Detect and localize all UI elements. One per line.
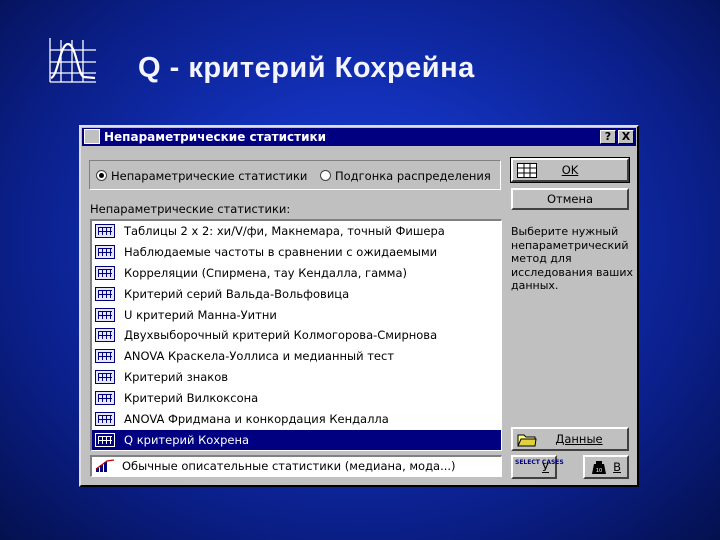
dialog-title: Непараметрические статистики: [104, 130, 327, 144]
radio-distribution-fit-label: Подгонка распределения: [335, 169, 491, 183]
kruskal-icon: [95, 349, 115, 364]
cochran-icon: [95, 432, 115, 447]
list-item-label: Критерий Вилкоксона: [124, 391, 259, 406]
table-grid-icon: [95, 224, 115, 238]
radio-checked-icon: [96, 170, 107, 181]
descriptive-stats-item[interactable]: Обычные описательные статистики (медиана…: [90, 455, 502, 477]
list-item[interactable]: Двухвыборочный критерий Колмогорова-Смир…: [92, 325, 501, 346]
cancel-label: Отмена: [546, 192, 594, 206]
weight-label: В: [613, 460, 621, 474]
weight-icon: 10: [592, 461, 606, 474]
select-cases-button[interactable]: SELECT CASES У: [511, 455, 564, 479]
list-item[interactable]: Корреляции (Спирмена, тау Кендалла, гамм…: [92, 263, 501, 284]
list-item-label: ANOVA Краскела-Уоллиса и медианный тест: [124, 349, 395, 364]
list-item-label: Таблицы 2 x 2: хи/V/фи, Макнемара, точны…: [124, 224, 445, 238]
list-item[interactable]: U критерий Манна-Уитни: [92, 305, 501, 326]
list-item-label: Наблюдаемые частоты в сравнении с ожидае…: [124, 244, 438, 259]
list-item-label: ANOVA Фридмана и конкордация Кендалла: [124, 412, 389, 427]
ks-test-icon: [95, 328, 115, 343]
list-item-label: Критерий знаков: [124, 370, 229, 385]
dialog-titlebar[interactable]: Непараметрические статистики ? X: [82, 128, 636, 146]
list-item[interactable]: Таблицы 2 x 2: хи/V/фи, Макнемара, точны…: [92, 221, 501, 242]
close-button[interactable]: X: [618, 130, 634, 144]
svg-text:10: 10: [596, 468, 602, 474]
friedman-icon: [95, 412, 115, 427]
radio-nonparametric[interactable]: Непараметрические статистики: [96, 169, 307, 183]
data-button[interactable]: Данные: [511, 427, 629, 451]
spreadsheet-icon: [517, 163, 537, 178]
hint-text: Выберите нужный непараметрический метод …: [511, 225, 634, 292]
frequency-icon: [95, 244, 115, 259]
statistics-listbox[interactable]: Таблицы 2 x 2: хи/V/фи, Макнемара, точны…: [90, 219, 502, 451]
list-item[interactable]: Критерий знаков: [92, 367, 501, 388]
app-icon: [84, 129, 100, 144]
folder-icon: [517, 434, 537, 447]
list-item-label: U критерий Манна-Уитни: [124, 307, 277, 322]
cancel-button[interactable]: Отмена: [511, 188, 629, 210]
list-item[interactable]: Наблюдаемые частоты в сравнении с ожидае…: [92, 242, 501, 263]
ok-button[interactable]: OK: [510, 157, 630, 183]
list-label: Непараметрические статистики:: [90, 202, 291, 216]
ok-label: OK: [561, 163, 579, 177]
list-item[interactable]: ANOVA Фридмана и конкордация Кендалла: [92, 409, 501, 430]
select-cases-icon: SELECT CASES: [515, 459, 564, 466]
mode-radio-group: Непараметрические статистики Подгонка ра…: [89, 160, 501, 190]
chart-logo-icon: [49, 38, 96, 83]
wilcoxon-icon: [95, 391, 115, 406]
slide-title: Q - критерий Кохрейна: [138, 52, 475, 84]
list-item-label: Q критерий Кохрена: [124, 432, 250, 447]
sign-test-icon: [95, 370, 115, 385]
list-item[interactable]: Критерий Вилкоксона: [92, 388, 501, 409]
list-item-label: Двухвыборочный критерий Колмогорова-Смир…: [124, 328, 438, 343]
list-item[interactable]: Критерий серий Вальда-Вольфовица: [92, 284, 501, 305]
radio-nonparametric-label: Непараметрические статистики: [111, 169, 308, 183]
list-item-label: Корреляции (Спирмена, тау Кендалла, гамм…: [124, 265, 408, 280]
correlation-icon: [95, 265, 115, 280]
radio-unchecked-icon: [320, 170, 331, 181]
data-label: Данные: [555, 432, 603, 446]
select-cases-label: У: [541, 460, 549, 474]
list-item-label: Критерий серий Вальда-Вольфовица: [124, 286, 350, 301]
nonparametric-dialog: Непараметрические статистики ? X Непарам…: [79, 125, 639, 487]
radio-distribution-fit[interactable]: Подгонка распределения: [320, 169, 491, 183]
help-button[interactable]: ?: [600, 130, 616, 144]
list-item-selected[interactable]: Q критерий Кохрена: [92, 429, 501, 450]
weight-button[interactable]: 10 В: [583, 455, 629, 479]
list-item[interactable]: ANOVA Краскела-Уоллиса и медианный тест: [92, 346, 501, 367]
runs-test-icon: [95, 286, 115, 301]
descriptive-stats-icon: [95, 459, 115, 472]
mann-whitney-icon: [95, 307, 115, 322]
descriptive-stats-label: Обычные описательные статистики (медиана…: [122, 459, 456, 473]
